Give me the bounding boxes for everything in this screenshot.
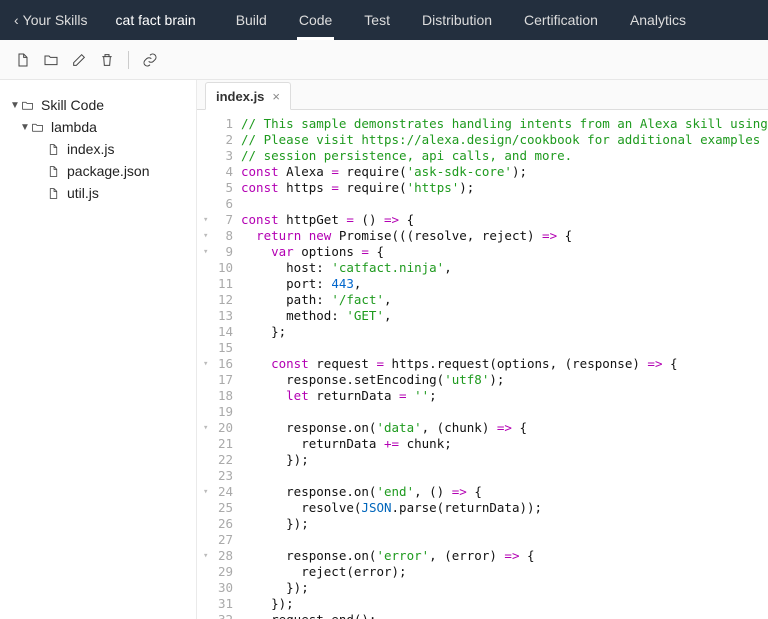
- tree-label: package.json: [67, 163, 150, 179]
- tree-file[interactable]: package.json: [10, 160, 186, 182]
- tree-label: index.js: [67, 141, 114, 157]
- nav-tab-distribution[interactable]: Distribution: [406, 0, 508, 40]
- line-gutter: 1234567891011121314151617181920212223242…: [197, 116, 241, 619]
- tree-file[interactable]: index.js: [10, 138, 186, 160]
- delete-icon[interactable]: [98, 51, 116, 69]
- nav-skill-name[interactable]: cat fact brain: [100, 0, 220, 40]
- nav-items: BuildCodeTestDistributionCertificationAn…: [220, 0, 702, 40]
- tree-file[interactable]: util.js: [10, 182, 186, 204]
- nav-tab-build[interactable]: Build: [220, 0, 283, 40]
- tab-indexjs[interactable]: index.js ×: [205, 82, 291, 110]
- top-nav: ‹ Your Skills cat fact brain BuildCodeTe…: [0, 0, 768, 40]
- file-icon: [47, 187, 63, 200]
- nav-tab-code[interactable]: Code: [283, 0, 348, 40]
- tree-folder-lambda[interactable]: ▼ lambda: [10, 116, 186, 138]
- chevron-down-icon: ▼: [10, 100, 20, 111]
- tab-bar: index.js ×: [197, 80, 768, 110]
- tree-label: lambda: [51, 119, 97, 135]
- nav-tab-analytics[interactable]: Analytics: [614, 0, 702, 40]
- code-editor[interactable]: 1234567891011121314151617181920212223242…: [197, 110, 768, 619]
- file-icon: [47, 143, 63, 156]
- file-icon: [47, 165, 63, 178]
- new-folder-icon[interactable]: [42, 51, 60, 69]
- folder-icon: [21, 99, 37, 112]
- nav-tab-certification[interactable]: Certification: [508, 0, 614, 40]
- tree-label: Skill Code: [41, 97, 104, 113]
- folder-icon: [31, 121, 47, 134]
- edit-icon[interactable]: [70, 51, 88, 69]
- link-icon[interactable]: [141, 51, 159, 69]
- sidebar-file-tree: ▼ Skill Code ▼ lambda index.js package.js…: [0, 80, 196, 619]
- editor-area: index.js × 12345678910111213141516171819…: [196, 80, 768, 619]
- tree-label: util.js: [67, 185, 99, 201]
- toolbar: [0, 40, 768, 80]
- nav-tab-test[interactable]: Test: [348, 0, 406, 40]
- chevron-down-icon: ▼: [20, 122, 30, 133]
- new-file-icon[interactable]: [14, 51, 32, 69]
- nav-back-your-skills[interactable]: ‹ Your Skills: [6, 0, 100, 40]
- tab-label: index.js: [216, 89, 264, 104]
- code-content[interactable]: // This sample demonstrates handling int…: [241, 116, 768, 619]
- main-area: ▼ Skill Code ▼ lambda index.js package.js…: [0, 80, 768, 619]
- chevron-left-icon: ‹: [14, 12, 19, 28]
- nav-back-label: Your Skills: [23, 12, 88, 28]
- tree-root-skill-code[interactable]: ▼ Skill Code: [10, 94, 186, 116]
- toolbar-divider: [128, 51, 129, 69]
- close-icon[interactable]: ×: [272, 89, 280, 104]
